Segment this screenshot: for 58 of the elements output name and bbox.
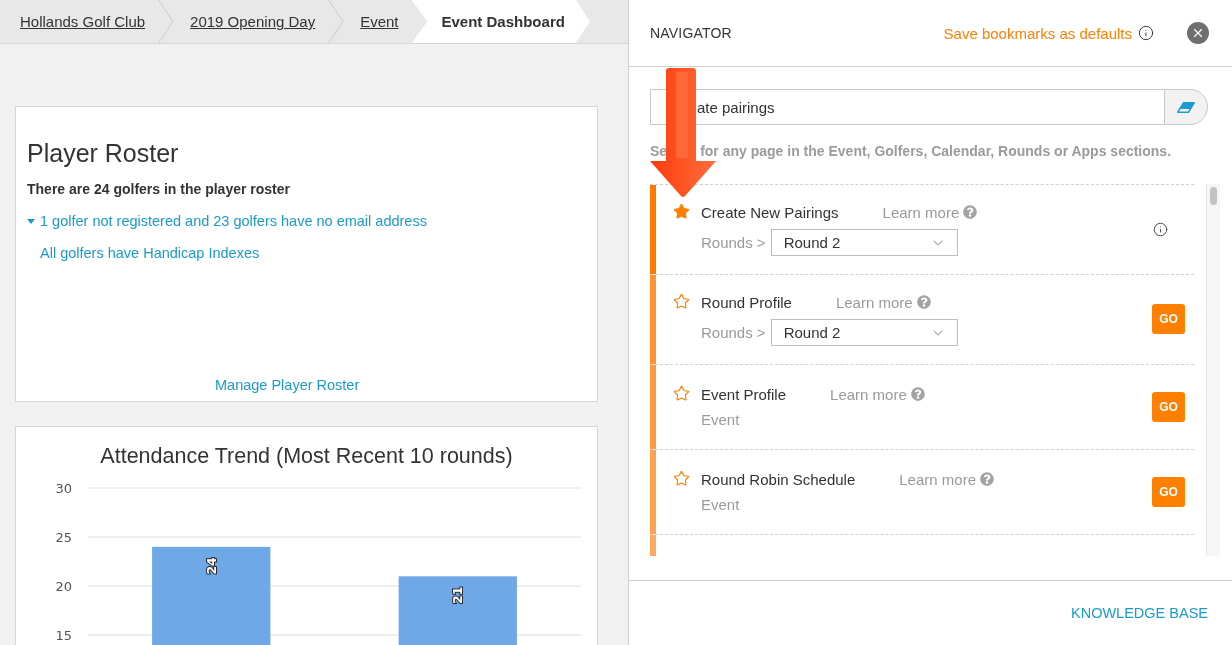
go-button[interactable]: GO xyxy=(1152,392,1185,422)
search-hint: Se xyxy=(650,143,668,159)
y-axis-label: 20 xyxy=(55,578,72,594)
chart-title: Attendance Trend (Most Recent 10 rounds) xyxy=(100,444,513,468)
scope-label: Event xyxy=(701,410,740,430)
round-select[interactable]: Round 2 xyxy=(770,319,958,346)
learn-more-link[interactable]: Learn more xyxy=(830,385,925,403)
breadcrumb-separator xyxy=(328,0,345,43)
page-title-link[interactable]: Create New Pairings xyxy=(701,203,839,221)
go-button[interactable]: GO xyxy=(1152,477,1185,507)
info-icon[interactable] xyxy=(1153,221,1168,237)
caret-down-icon xyxy=(27,218,35,224)
manage-roster-link[interactable]: Manage Player Roster xyxy=(215,375,360,395)
page-title-link[interactable]: Round Profile xyxy=(701,293,792,311)
breadcrumb-link[interactable]: Hollands Golf Club xyxy=(0,0,159,43)
scope-label: Event xyxy=(701,495,740,515)
card-title: Player Roster xyxy=(27,138,179,168)
page-title-link[interactable]: Event Profile xyxy=(701,385,787,403)
breadcrumb-current: Event Dashboard xyxy=(411,0,590,43)
roster-summary: There are 24 golfers in the player roster xyxy=(27,180,290,199)
star-icon[interactable] xyxy=(673,203,690,220)
y-axis-label: 30 xyxy=(55,480,72,496)
star-icon[interactable] xyxy=(673,385,690,402)
star-icon[interactable] xyxy=(673,470,690,487)
help-icon xyxy=(916,295,931,309)
bar-value-label: 24 xyxy=(203,557,219,575)
search-hint: for any page in the Event, Golfers, Calendar, Rounds or Apps sections. xyxy=(700,143,1172,159)
help-icon xyxy=(963,205,978,219)
star-icon[interactable] xyxy=(673,293,690,310)
save-bookmarks-link[interactable]: Save bookmarks as defaults xyxy=(943,24,1132,42)
learn-more-link[interactable]: Learn more xyxy=(882,203,978,221)
scope-label: Rounds > xyxy=(701,232,766,253)
breadcrumb-link[interactable]: 2019 Opening Day xyxy=(174,0,329,43)
roster-issues-link[interactable]: 1 golfer not registered and 23 golfers have no email address xyxy=(27,211,427,231)
knowledge-base-link[interactable]: KNOWLEDGE BASE xyxy=(1071,603,1208,623)
breadcrumb-link[interactable]: Event xyxy=(344,0,412,43)
info-icon[interactable] xyxy=(1138,25,1154,41)
panel-title: NAVIGATOR xyxy=(650,25,733,41)
learn-more-link[interactable]: Learn more xyxy=(835,293,931,311)
handicap-link[interactable]: All golfers have Handicap Indexes xyxy=(40,243,260,263)
go-button[interactable]: GO xyxy=(1152,304,1185,334)
y-axis-label: 15 xyxy=(55,627,72,643)
bar-value-label: 21 xyxy=(450,586,466,604)
learn-more-link[interactable]: Learn more xyxy=(899,470,994,488)
page-title-link[interactable]: Round Robin Schedule xyxy=(701,470,856,488)
eraser-icon xyxy=(1177,101,1195,113)
close-icon xyxy=(1191,26,1205,40)
scrollbar[interactable] xyxy=(1206,184,1220,556)
close-button[interactable] xyxy=(1187,22,1209,44)
y-axis-label: 25 xyxy=(55,529,72,545)
help-icon xyxy=(980,472,994,486)
help-icon xyxy=(910,387,925,401)
clear-search-button[interactable] xyxy=(1164,89,1208,125)
breadcrumb-separator xyxy=(158,0,175,43)
round-select[interactable]: Round 2 xyxy=(770,229,958,256)
search-field[interactable]: ate pairings xyxy=(696,89,1164,125)
scrollbar-thumb[interactable] xyxy=(1210,187,1217,205)
scope-label: Rounds > xyxy=(701,322,766,343)
